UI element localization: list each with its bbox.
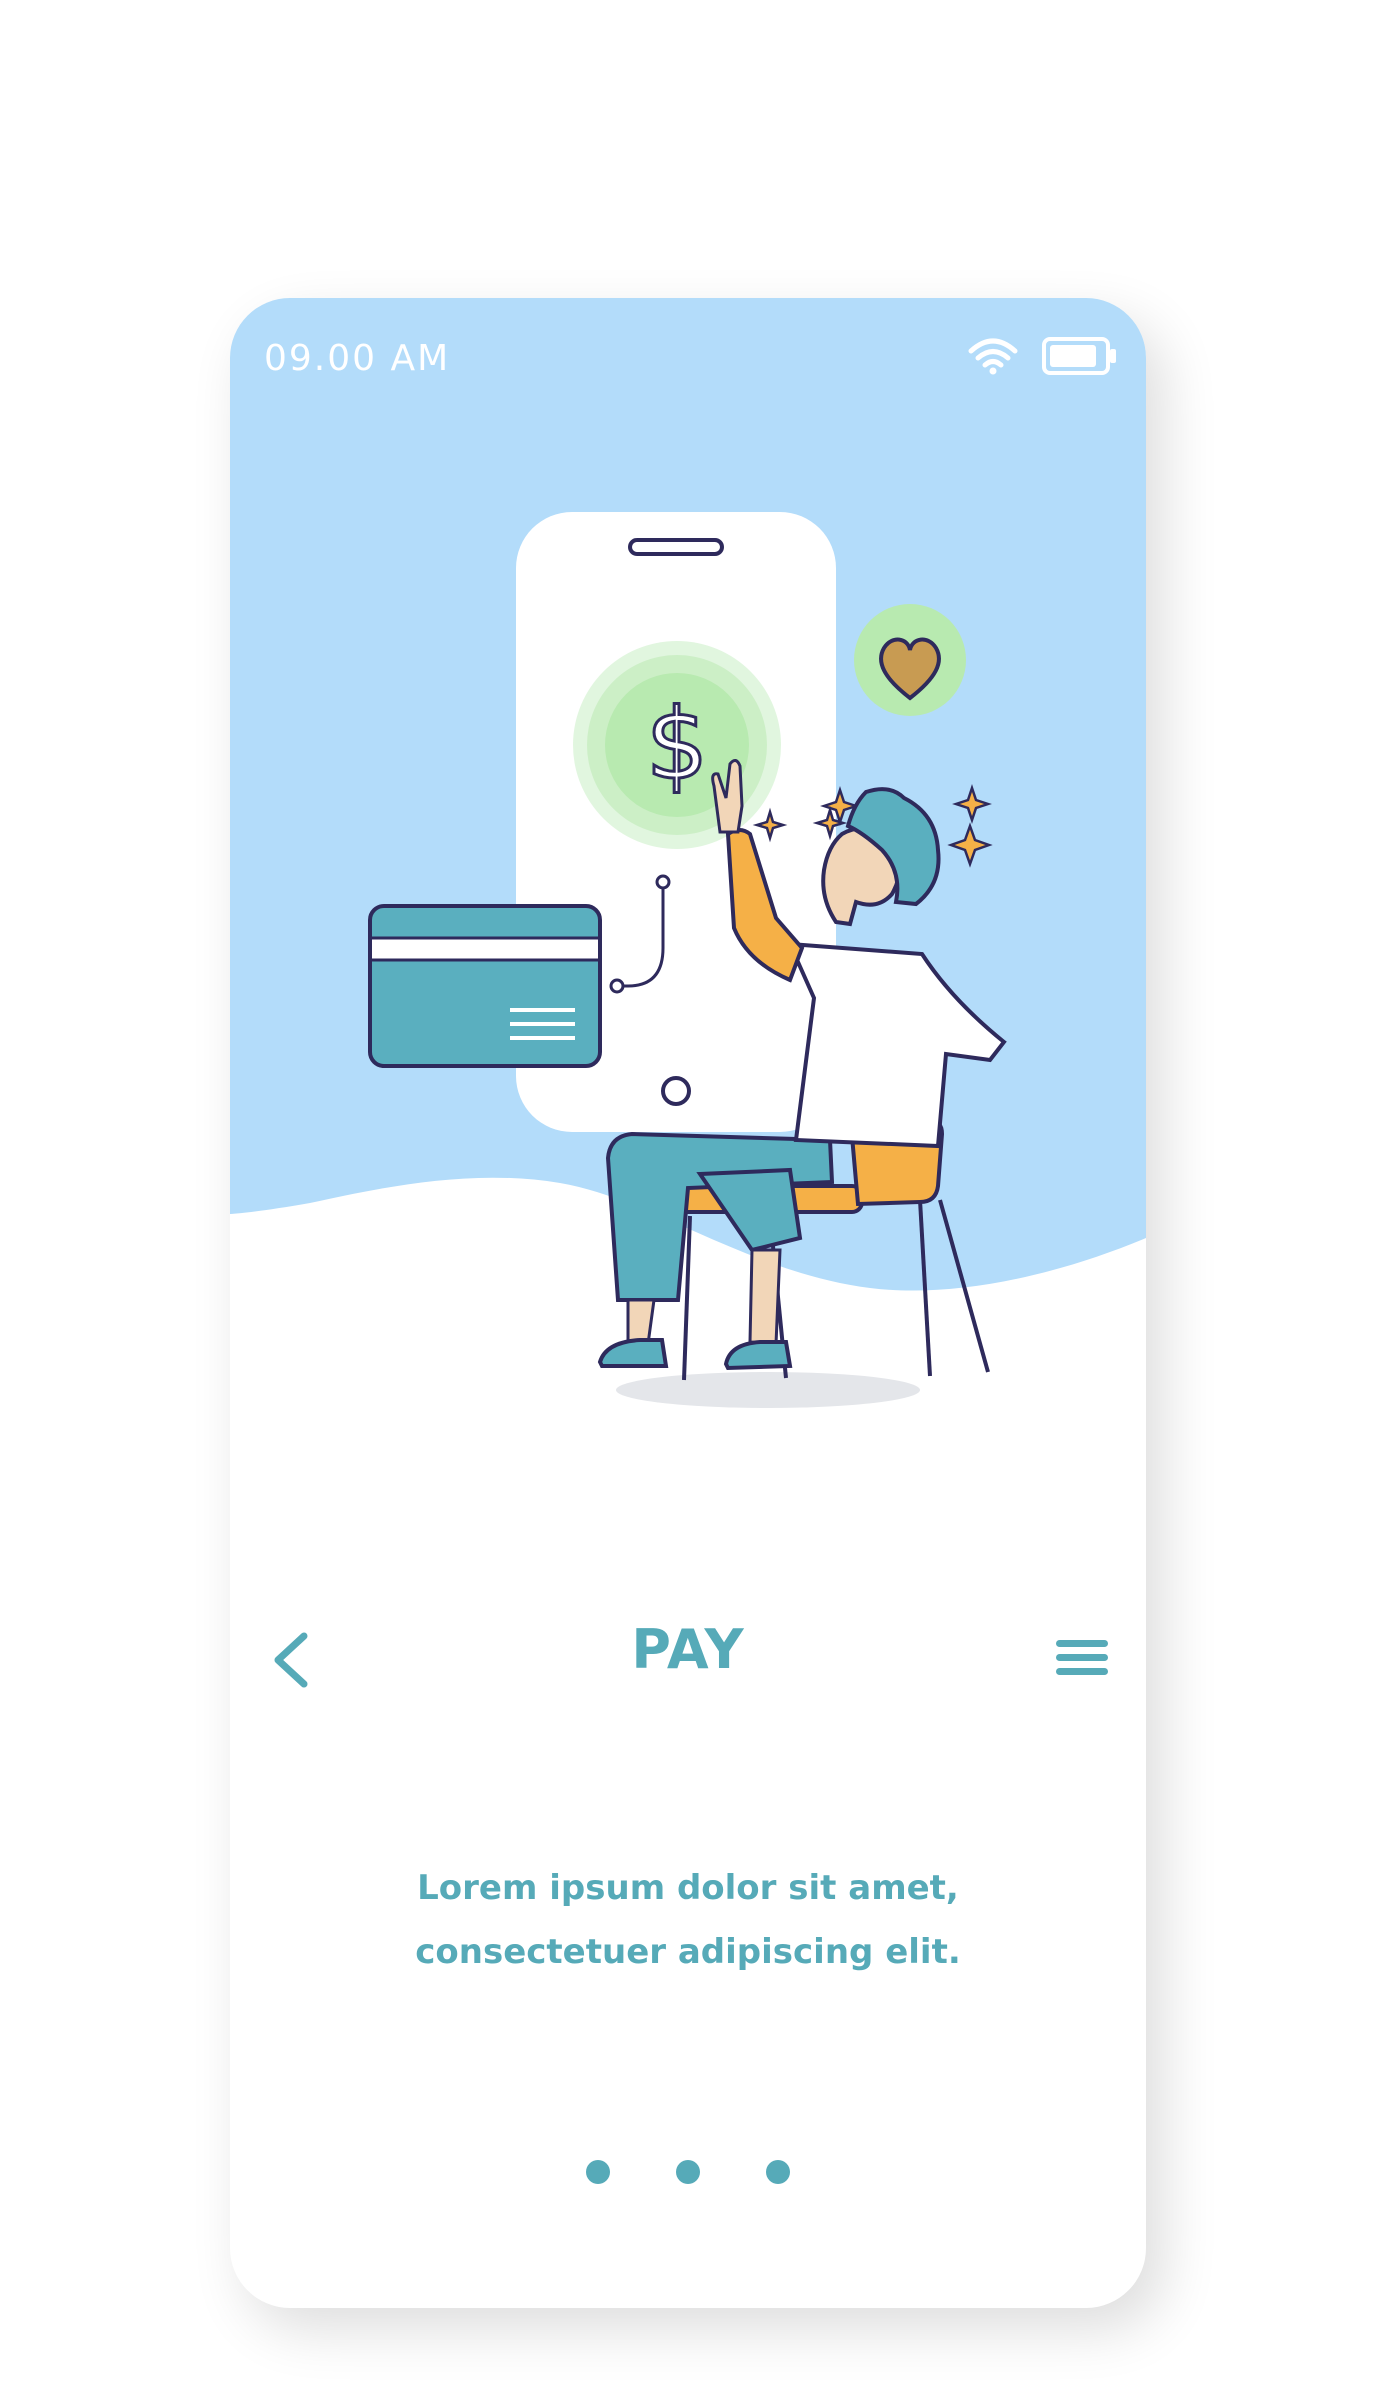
- menu-button[interactable]: [1054, 1636, 1110, 1680]
- hamburger-menu-icon: [1056, 1640, 1108, 1675]
- illustration-phone-home-button: [661, 1076, 691, 1106]
- page-title: PAY: [631, 1618, 745, 1681]
- description-line-1: Lorem ipsum dolor sit amet,: [417, 1868, 959, 1908]
- dollar-sign: $: [646, 688, 708, 802]
- pagination-dot-3[interactable]: [766, 2160, 790, 2184]
- credit-card: [368, 904, 602, 1068]
- pagination-dot-2[interactable]: [676, 2160, 700, 2184]
- pagination-dots: [230, 2160, 1146, 2184]
- description-text: Lorem ipsum dolor sit amet, consectetuer…: [270, 1856, 1106, 1984]
- credit-card-stripe: [372, 938, 598, 960]
- status-icons: [968, 337, 1118, 379]
- connector-dot-top: [655, 874, 671, 890]
- battery-icon: [1042, 337, 1118, 379]
- hero-illustration: $: [230, 298, 1146, 1408]
- phone-screen: $ 09.00 AM PAY Lorem ipsum dolor sit ame…: [230, 298, 1146, 2308]
- illustration-phone-speaker: [628, 538, 724, 556]
- floor-shadow: [616, 1372, 920, 1408]
- status-time: 09.00 AM: [264, 338, 451, 379]
- pagination-dot-1[interactable]: [586, 2160, 610, 2184]
- connector-dot-left: [609, 978, 625, 994]
- description-line-2: consectetuer adipiscing elit.: [415, 1932, 961, 1972]
- wifi-icon: [968, 337, 1018, 379]
